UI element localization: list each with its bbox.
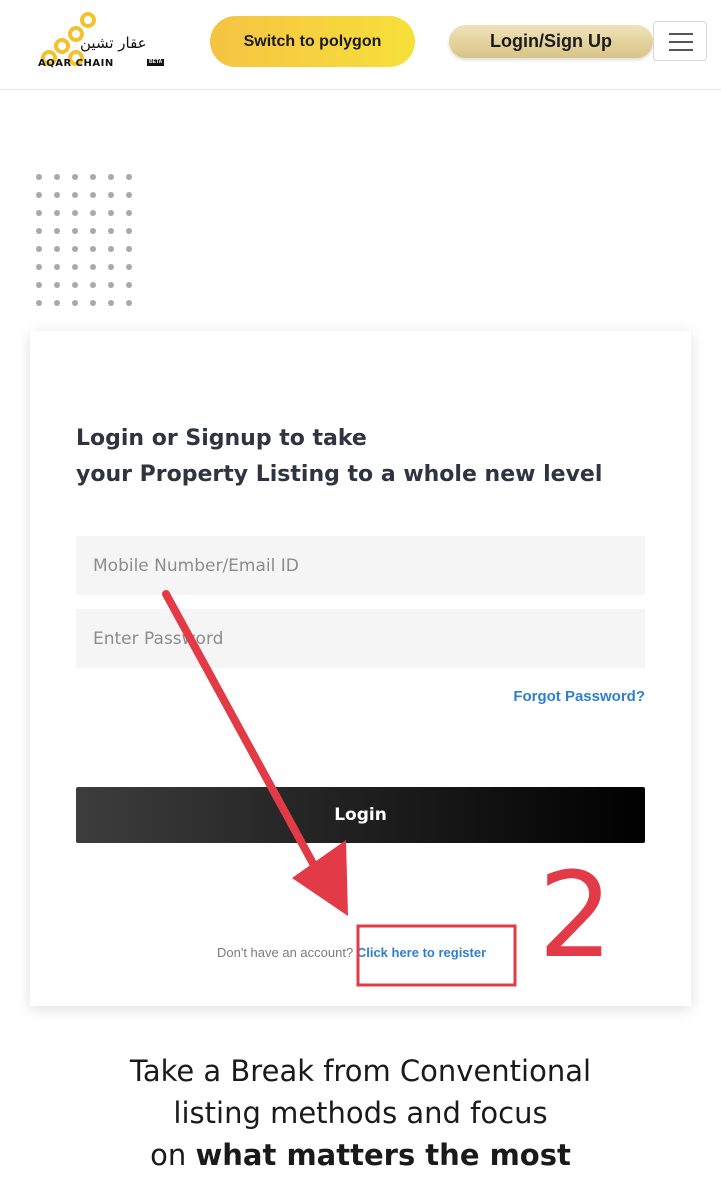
email-field[interactable] xyxy=(76,536,645,595)
grid-dot xyxy=(126,300,132,306)
grid-dot xyxy=(108,246,114,252)
grid-dot xyxy=(108,282,114,288)
grid-dot xyxy=(90,264,96,270)
grid-dot xyxy=(90,228,96,234)
site-header: عقار تشين AQAR CHAIN BETA Switch to poly… xyxy=(0,0,721,90)
logo-beta-badge: BETA xyxy=(147,59,165,66)
no-account-text: Don't have an account? xyxy=(217,945,354,960)
grid-dot xyxy=(90,300,96,306)
grid-dot xyxy=(36,264,42,270)
grid-dot xyxy=(108,300,114,306)
heading-line-1: Login or Signup to take xyxy=(76,426,367,451)
login-button[interactable]: Login xyxy=(76,787,645,843)
logo-arabic-text: عقار تشين xyxy=(80,34,147,52)
grid-dot xyxy=(54,282,60,288)
grid-dot xyxy=(72,228,78,234)
grid-dot xyxy=(90,246,96,252)
grid-dot xyxy=(72,282,78,288)
grid-dot xyxy=(108,174,114,180)
grid-dot xyxy=(36,228,42,234)
grid-dot xyxy=(126,192,132,198)
decorative-dot-grid xyxy=(36,174,146,314)
grid-dot xyxy=(90,282,96,288)
switch-to-polygon-button[interactable]: Switch to polygon xyxy=(210,16,415,67)
register-link[interactable]: Click here to register xyxy=(357,945,486,960)
grid-dot xyxy=(126,174,132,180)
hamburger-line xyxy=(669,33,693,35)
tagline-bold: what matters the most xyxy=(195,1138,571,1172)
tagline: Take a Break from Conventional listing m… xyxy=(0,1050,721,1176)
grid-dot xyxy=(126,246,132,252)
heading-line-2: your Property Listing to a whole new lev… xyxy=(76,462,603,487)
logo-english-text: AQAR CHAIN xyxy=(38,58,114,69)
login-signup-button[interactable]: Login/Sign Up xyxy=(449,25,653,58)
grid-dot xyxy=(72,174,78,180)
tagline-line-2: listing methods and focus xyxy=(173,1096,548,1130)
grid-dot xyxy=(90,210,96,216)
grid-dot xyxy=(36,300,42,306)
annotation-step-number: 2 xyxy=(538,846,614,984)
grid-dot xyxy=(126,282,132,288)
grid-dot xyxy=(36,192,42,198)
tagline-prefix: on xyxy=(150,1138,196,1172)
grid-dot xyxy=(36,210,42,216)
grid-dot xyxy=(54,192,60,198)
grid-dot xyxy=(90,174,96,180)
grid-dot xyxy=(54,174,60,180)
grid-dot xyxy=(72,192,78,198)
forgot-password-link[interactable]: Forgot Password? xyxy=(513,688,645,705)
tagline-line-3: on what matters the most xyxy=(0,1134,721,1176)
grid-dot xyxy=(126,228,132,234)
grid-dot xyxy=(72,264,78,270)
grid-dot xyxy=(72,210,78,216)
grid-dot xyxy=(108,264,114,270)
hamburger-icon[interactable] xyxy=(653,21,707,61)
grid-dot xyxy=(108,192,114,198)
grid-dot xyxy=(72,300,78,306)
grid-dot xyxy=(72,246,78,252)
grid-dot xyxy=(54,300,60,306)
grid-dot xyxy=(36,282,42,288)
hamburger-line xyxy=(669,49,693,51)
grid-dot xyxy=(90,192,96,198)
login-heading: Login or Signup to take your Property Li… xyxy=(76,421,656,493)
password-field[interactable] xyxy=(76,609,645,668)
grid-dot xyxy=(54,246,60,252)
tagline-line-1: Take a Break from Conventional xyxy=(129,1054,592,1088)
grid-dot xyxy=(108,228,114,234)
grid-dot xyxy=(108,210,114,216)
grid-dot xyxy=(54,228,60,234)
aqar-chain-logo[interactable]: عقار تشين AQAR CHAIN BETA xyxy=(36,12,168,74)
grid-dot xyxy=(36,246,42,252)
grid-dot xyxy=(126,210,132,216)
grid-dot xyxy=(54,264,60,270)
grid-dot xyxy=(126,264,132,270)
hamburger-line xyxy=(669,41,693,43)
register-row: Don't have an account? Click here to reg… xyxy=(217,945,486,960)
grid-dot xyxy=(36,174,42,180)
grid-dot xyxy=(54,210,60,216)
